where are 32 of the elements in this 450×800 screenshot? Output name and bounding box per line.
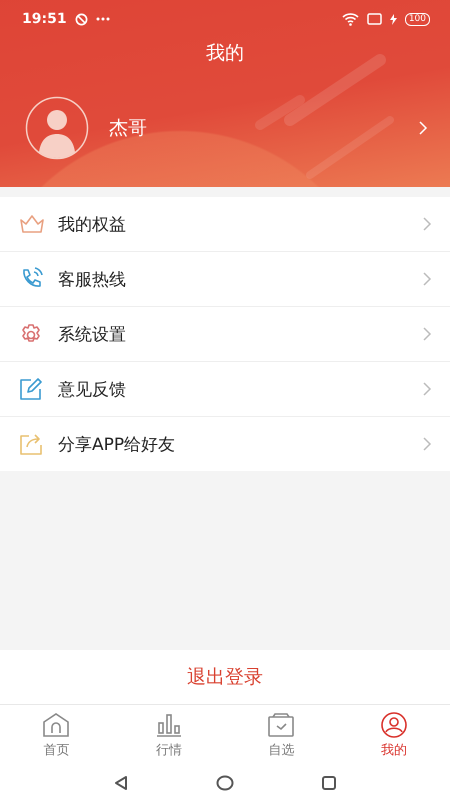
chevron-icon (418, 120, 428, 136)
tab[interactable]: 行情 (112, 705, 225, 765)
more-icon (96, 17, 110, 21)
user-icon (378, 711, 409, 739)
tab[interactable]: 首页 (0, 705, 112, 765)
menu-item[interactable]: 系统设置 (0, 307, 450, 362)
home-icon (41, 711, 72, 739)
charging-icon (390, 14, 397, 24)
avatar-icon (25, 96, 89, 160)
page-title: 我的 (206, 41, 244, 66)
checkbox-tray-icon (266, 711, 296, 739)
tab[interactable]: 我的 (338, 705, 450, 765)
chevron-icon (422, 381, 432, 397)
chevron-icon (422, 271, 432, 287)
chevron-icon (422, 436, 432, 452)
menu-item[interactable]: 意见反馈 (0, 362, 450, 417)
do-not-disturb-icon (74, 12, 88, 26)
battery-level: 100 (404, 12, 430, 26)
back-icon[interactable] (113, 774, 130, 790)
status-time: 19:51 (22, 11, 67, 27)
wifi-icon (342, 12, 359, 26)
chevron-icon (422, 326, 432, 342)
menu-item[interactable]: 客服热线 (0, 252, 450, 307)
sim-icon (366, 13, 382, 25)
menu-item[interactable]: 我的权益 (0, 197, 450, 252)
recents-icon[interactable] (320, 774, 337, 790)
logout-button[interactable]: 退出登录 (0, 650, 450, 705)
chevron-icon (422, 216, 432, 232)
menu-item[interactable]: 分享APP给好友 (0, 417, 450, 471)
tab[interactable]: 自选 (225, 705, 338, 765)
home-button-icon[interactable] (216, 774, 234, 790)
user-name[interactable]: 杰哥 (109, 115, 398, 141)
